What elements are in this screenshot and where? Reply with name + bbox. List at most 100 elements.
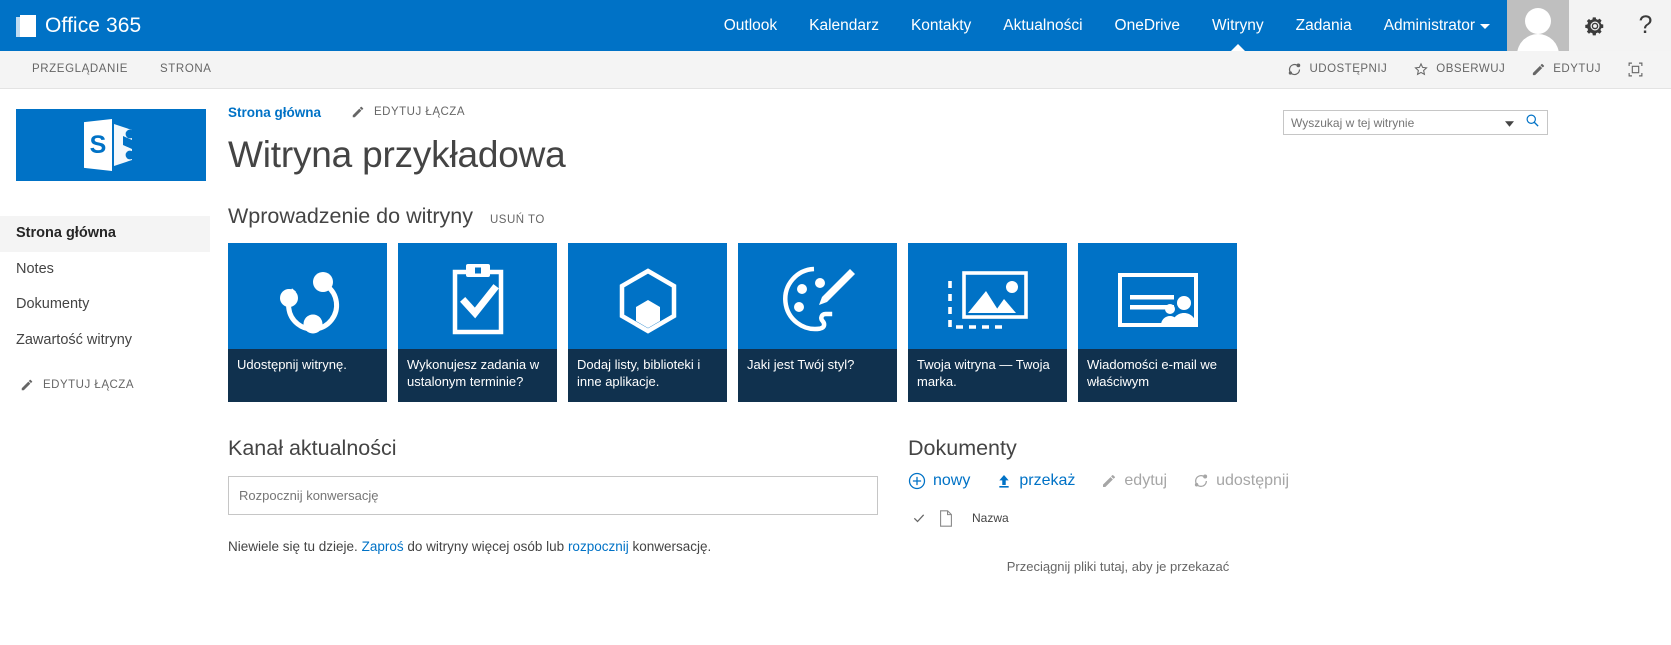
chevron-down-icon	[1505, 120, 1514, 127]
picture-icon	[947, 270, 1028, 329]
tile-caption: Dodaj listy, biblioteki i inne aplikacje…	[568, 348, 727, 402]
share-document-button[interactable]: udostępnij	[1193, 472, 1289, 490]
sharepoint-logo-letter: S	[84, 119, 112, 171]
palette-brush-icon	[782, 266, 855, 331]
pencil-icon	[1533, 63, 1545, 76]
tile-icon-wrap	[1078, 253, 1237, 349]
edit-document-button[interactable]: edytuj	[1101, 472, 1167, 490]
invite-link[interactable]: Zaproś	[362, 539, 404, 554]
tile-icon-wrap	[228, 253, 387, 349]
suite-nav: Outlook Kalendarz Kontakty Aktualności O…	[141, 0, 1507, 51]
ribbon-actions: UDOSTĘPNIJ OBSERWUJ EDYTUJ	[1274, 51, 1671, 88]
pencil-icon	[1103, 474, 1116, 487]
breadcrumb[interactable]: Strona główna	[228, 105, 321, 120]
tile-email-right-place[interactable]: Wiadomości e-mail we właściwym	[1078, 242, 1237, 402]
tile-caption: Jaki jest Twój styl?	[738, 348, 897, 402]
share-action[interactable]: UDOSTĘPNIJ	[1274, 51, 1400, 88]
documents-column-name[interactable]: Nazwa	[972, 511, 1009, 525]
suite-nav-onedrive[interactable]: OneDrive	[1099, 0, 1196, 51]
tile-what-is-your-style[interactable]: Jaki jest Twój styl?	[738, 242, 897, 402]
follow-action[interactable]: OBSERWUJ	[1400, 51, 1518, 88]
newsfeed-empty-prefix: Niewiele się tu dzieje.	[228, 538, 362, 554]
remove-getting-started-link[interactable]: USUŃ TO	[490, 214, 545, 226]
getting-started-tiles: Udostępnij witrynę. Wykonujesz zadania w…	[228, 242, 1671, 402]
documents-title: Dokumenty	[908, 435, 1017, 460]
tile-tasks-on-time[interactable]: Wykonujesz zadania w ustalonym terminie?	[398, 242, 557, 402]
hexagon-app-icon	[619, 268, 676, 334]
ribbon-tabs: PRZEGLĄDANIE STRONA	[0, 51, 228, 88]
sidebar-item-zawartosc-witryny[interactable]: Zawartość witryny	[0, 323, 210, 359]
tile-icon-wrap	[398, 253, 557, 349]
sharepoint-site-logo[interactable]: S	[16, 109, 206, 181]
search-icon	[1526, 114, 1539, 127]
page-body: S Strona główna Notes Dokumenty Zawartoś…	[0, 89, 1671, 645]
share-network-icon	[279, 271, 339, 334]
site-navigation: Strona główna Notes Dokumenty Zawartość …	[0, 216, 210, 358]
newsfeed-empty-message: Niewiele się tu dzieje. Zaproś do witryn…	[228, 539, 898, 554]
edit-action[interactable]: EDYTUJ	[1518, 51, 1614, 88]
getting-started-header: Wprowadzenie do witryny USUŃ TO	[228, 204, 1671, 229]
header-edit-links-button[interactable]: EDYTUJ ŁĄCZA	[351, 105, 465, 119]
suite-nav-witryny[interactable]: Witryny	[1196, 0, 1280, 51]
documents-webpart: Dokumenty nowy przekaż edytuj udostępnij…	[898, 436, 1348, 574]
suite-nav-zadania[interactable]: Zadania	[1280, 0, 1368, 51]
suite-nav-kalendarz[interactable]: Kalendarz	[793, 0, 895, 51]
header-edit-links-label: EDYTUJ ŁĄCZA	[374, 106, 466, 118]
start-conversation-link[interactable]: rozpocznij	[568, 539, 629, 554]
ribbon-tab-page[interactable]: STRONA	[144, 51, 228, 88]
suite-bar: Office 365 Outlook Kalendarz Kontakty Ak…	[0, 0, 1671, 51]
documents-drop-hint: Przeciągnij pliki tutaj, aby je przekaza…	[1006, 558, 1230, 574]
upload-document-button[interactable]: przekaż	[996, 472, 1075, 490]
pencil-icon	[21, 380, 33, 391]
settings-gear-button[interactable]	[1569, 0, 1620, 51]
suite-nav-outlook[interactable]: Outlook	[708, 0, 793, 51]
main-column: Strona główna EDYTUJ ŁĄCZA Witryna przyk…	[210, 89, 1671, 645]
tile-add-lists-apps[interactable]: Dodaj listy, biblioteki i inne aplikacje…	[568, 242, 727, 402]
sidebar-item-strona-glowna[interactable]: Strona główna	[0, 216, 210, 252]
suite-nav-kontakty[interactable]: Kontakty	[895, 0, 987, 51]
edit-document-label: edytuj	[1124, 471, 1168, 489]
new-document-label: nowy	[933, 471, 971, 489]
follow-action-label: OBSERWUJ	[1436, 63, 1506, 75]
sidebar-item-dokumenty[interactable]: Dokumenty	[0, 287, 210, 323]
sidebar-edit-links-label: EDYTUJ ŁĄCZA	[43, 379, 134, 392]
documents-toolbar: nowy przekaż edytuj udostępnij	[908, 472, 1348, 490]
suite-nav-aktualnosci[interactable]: Aktualności	[987, 0, 1098, 51]
tile-icon-wrap	[568, 253, 727, 349]
checkmark-icon[interactable]	[912, 511, 926, 525]
office365-logo[interactable]: Office 365	[0, 0, 141, 51]
page-title: Witryna przykładowa	[228, 134, 566, 175]
sidebar-edit-links-button[interactable]: EDYTUJ ŁĄCZA	[0, 378, 210, 392]
suite-brand-label: Office 365	[45, 13, 142, 37]
question-mark-icon: ?	[1638, 11, 1653, 39]
sidebar-item-notes[interactable]: Notes	[0, 252, 210, 288]
left-column: S Strona główna Notes Dokumenty Zawartoś…	[0, 89, 210, 645]
search-box	[1283, 110, 1548, 135]
email-contacts-icon	[1117, 272, 1198, 327]
suite-nav-administrator[interactable]: Administrator	[1368, 0, 1501, 51]
help-button[interactable]: ?	[1620, 0, 1671, 51]
share-action-label: UDOSTĘPNIJ	[1309, 63, 1388, 75]
document-icon	[940, 509, 952, 527]
search-input[interactable]	[1284, 115, 1497, 130]
tile-your-site-your-brand[interactable]: Twoja witryna — Twoja marka.	[908, 242, 1067, 402]
gear-icon	[1584, 16, 1603, 35]
newsfeed-input[interactable]	[228, 475, 878, 515]
search-button[interactable]	[1522, 113, 1547, 133]
bottom-zone: Kanał aktualności Niewiele się tu dzieje…	[228, 436, 1671, 574]
tile-icon-wrap	[908, 253, 1067, 349]
sharepoint-flag-icon	[114, 124, 135, 166]
office-logo-icon	[16, 14, 36, 37]
tile-share-site[interactable]: Udostępnij witrynę.	[228, 242, 387, 402]
upload-document-label: przekaż	[1019, 471, 1076, 489]
ribbon-tab-browse[interactable]: PRZEGLĄDANIE	[16, 51, 144, 88]
ribbon-bar: PRZEGLĄDANIE STRONA UDOSTĘPNIJ OBSERWUJ …	[0, 51, 1671, 89]
share-icon	[1194, 474, 1208, 487]
newsfeed-title: Kanał aktualności	[228, 435, 397, 460]
search-scope-dropdown[interactable]	[1497, 114, 1522, 132]
focus-icon	[1628, 62, 1643, 77]
focus-on-content-action[interactable]	[1614, 61, 1657, 78]
getting-started-title: Wprowadzenie do witryny	[228, 203, 473, 228]
avatar[interactable]	[1507, 0, 1569, 51]
new-document-button[interactable]: nowy	[908, 472, 970, 490]
